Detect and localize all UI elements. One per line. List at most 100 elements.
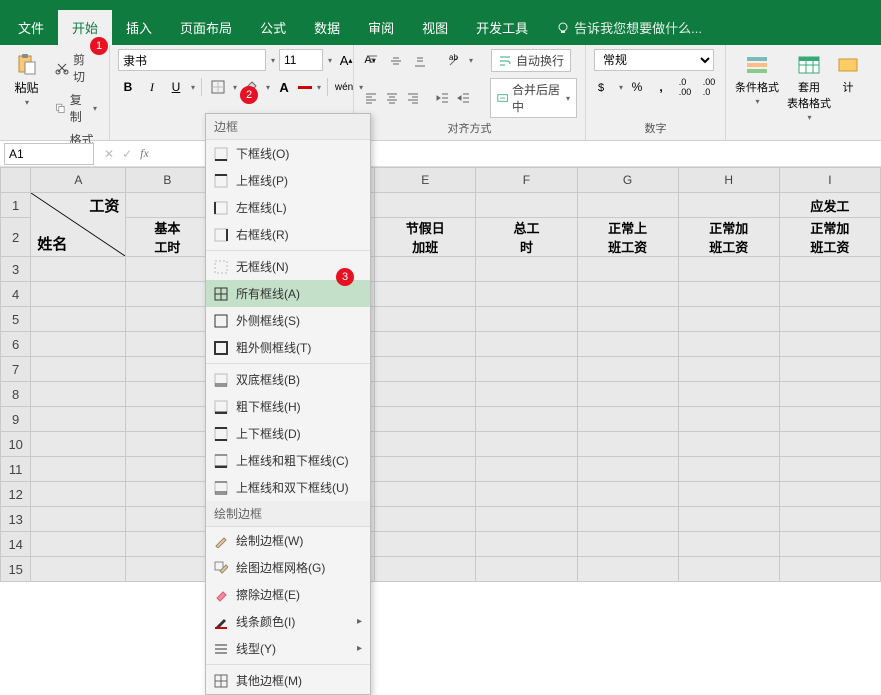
merge-center-button[interactable]: 合并后居中▾ [490,78,577,118]
spreadsheet-grid[interactable]: A B C D E F G H I 1 工资 姓名 正时 应发工 2 基本 工时… [0,167,881,582]
row-header[interactable]: 13 [1,507,31,532]
tab-data[interactable]: 数据 [300,10,354,45]
col-header[interactable]: I [779,168,880,193]
border-top-thickbottom-item[interactable]: 上框线和粗下框线(C) [206,447,370,474]
wrap-text-button[interactable]: 自动换行 [491,49,571,72]
font-color-swatch [298,86,312,89]
enter-icon[interactable]: ✓ [122,147,132,161]
col-header[interactable]: B [126,168,209,193]
increase-decimal-button[interactable]: .0.00 [675,77,695,97]
align-left-button[interactable] [362,88,379,108]
cancel-icon[interactable]: ✕ [104,147,114,161]
border-thick-outside-item[interactable]: 粗外侧框线(T) [206,334,370,361]
cell[interactable]: 工资 姓名 [31,193,126,257]
border-top-doublebottom-item[interactable]: 上框线和双下框线(U) [206,474,370,501]
cell[interactable]: 正常上 班工资 [577,218,678,257]
more-borders-item[interactable]: 其他边框(M) [206,667,370,694]
align-middle-button[interactable] [386,51,406,71]
cell[interactable] [678,193,779,218]
border-double-bottom-item[interactable]: 双底框线(B) [206,366,370,393]
border-top-item[interactable]: 上框线(P) [206,167,370,194]
cell[interactable] [126,193,209,218]
font-name-select[interactable] [118,49,266,71]
conditional-format-button[interactable]: 条件格式▾ [734,49,780,110]
border-button[interactable] [208,77,228,97]
line-style-item[interactable]: 线型(Y) [206,635,370,662]
col-header[interactable]: E [375,168,476,193]
tab-view[interactable]: 视图 [408,10,462,45]
row-header[interactable]: 5 [1,307,31,332]
tab-review[interactable]: 审阅 [354,10,408,45]
col-header[interactable]: A [31,168,126,193]
cell[interactable]: 总工 时 [476,218,577,257]
col-header[interactable]: G [577,168,678,193]
row-header[interactable]: 3 [1,257,31,282]
cut-button[interactable]: 剪切 [51,49,101,87]
border-bottom-item[interactable]: 下框线(O) [206,140,370,167]
row-header[interactable]: 9 [1,407,31,432]
draw-border-item[interactable]: 绘制边框(W) [206,527,370,554]
cell[interactable]: 正常加 班工资 [779,218,880,257]
row-header[interactable]: 14 [1,532,31,557]
row-header[interactable]: 15 [1,557,31,582]
align-right-button[interactable] [404,88,421,108]
align-top-button[interactable] [362,51,382,71]
col-header[interactable]: F [476,168,577,193]
row-header[interactable]: 11 [1,457,31,482]
tab-insert[interactable]: 插入 [112,10,166,45]
comma-button[interactable]: , [651,77,671,97]
increase-indent-button[interactable] [456,88,473,108]
row-header[interactable]: 4 [1,282,31,307]
border-right-item[interactable]: 右框线(R) [206,221,370,248]
fx-icon[interactable]: fx [140,146,149,161]
select-all-corner[interactable] [1,168,31,193]
copy-button[interactable]: 复制▾ [51,89,101,127]
decrease-indent-button[interactable] [435,88,452,108]
draw-border-grid-item[interactable]: 绘图边框网格(G) [206,554,370,581]
tab-developer[interactable]: 开发工具 [462,10,542,45]
formula-bar: ✕ ✓ fx [0,141,881,167]
row-header[interactable]: 10 [1,432,31,457]
border-thick-bottom-item[interactable]: 粗下框线(H) [206,393,370,420]
tell-me[interactable]: 告诉我您想要做什么... [542,10,716,45]
align-bottom-button[interactable] [410,51,430,71]
row-header[interactable]: 2 [1,218,31,257]
table-format-button[interactable]: 套用 表格格式▾ [786,49,832,126]
cell[interactable]: 正常加 班工资 [678,218,779,257]
paste-button[interactable]: 粘贴 ▾ [8,49,45,111]
row-header[interactable]: 8 [1,382,31,407]
number-format-select[interactable]: 常规 [594,49,714,71]
orientation-button[interactable]: ab [444,51,464,71]
border-left-item[interactable]: 左框线(L) [206,194,370,221]
cell[interactable] [375,193,476,218]
tab-file[interactable]: 文件 [4,10,58,45]
border-outside-item[interactable]: 外侧框线(S) [206,307,370,334]
svg-text:ab: ab [449,54,458,62]
phonetic-button[interactable]: wén [334,77,354,97]
bold-button[interactable]: B [118,77,138,97]
percent-button[interactable]: % [627,77,647,97]
font-size-select[interactable] [279,49,323,71]
decrease-decimal-button[interactable]: .00.0 [699,77,719,97]
tab-formulas[interactable]: 公式 [246,10,300,45]
row-header[interactable]: 12 [1,482,31,507]
border-top-bottom-item[interactable]: 上下框线(D) [206,420,370,447]
currency-button[interactable]: $ [594,77,614,97]
font-color-button[interactable]: A [274,77,294,97]
align-center-button[interactable] [383,88,400,108]
cell[interactable]: 节假日 加班 [375,218,476,257]
italic-button[interactable]: I [142,77,162,97]
row-header[interactable]: 1 [1,193,31,218]
cell[interactable]: 基本 工时 [126,218,209,257]
tab-pagelayout[interactable]: 页面布局 [166,10,246,45]
erase-border-item[interactable]: 擦除边框(E) [206,581,370,608]
row-header[interactable]: 7 [1,357,31,382]
cell[interactable] [577,193,678,218]
col-header[interactable]: H [678,168,779,193]
name-box[interactable] [4,143,94,165]
cell-styles-button[interactable]: 计 [838,49,858,99]
row-header[interactable]: 6 [1,332,31,357]
cell[interactable] [476,193,577,218]
underline-button[interactable]: U [166,77,186,97]
cell[interactable]: 应发工 [779,193,880,218]
